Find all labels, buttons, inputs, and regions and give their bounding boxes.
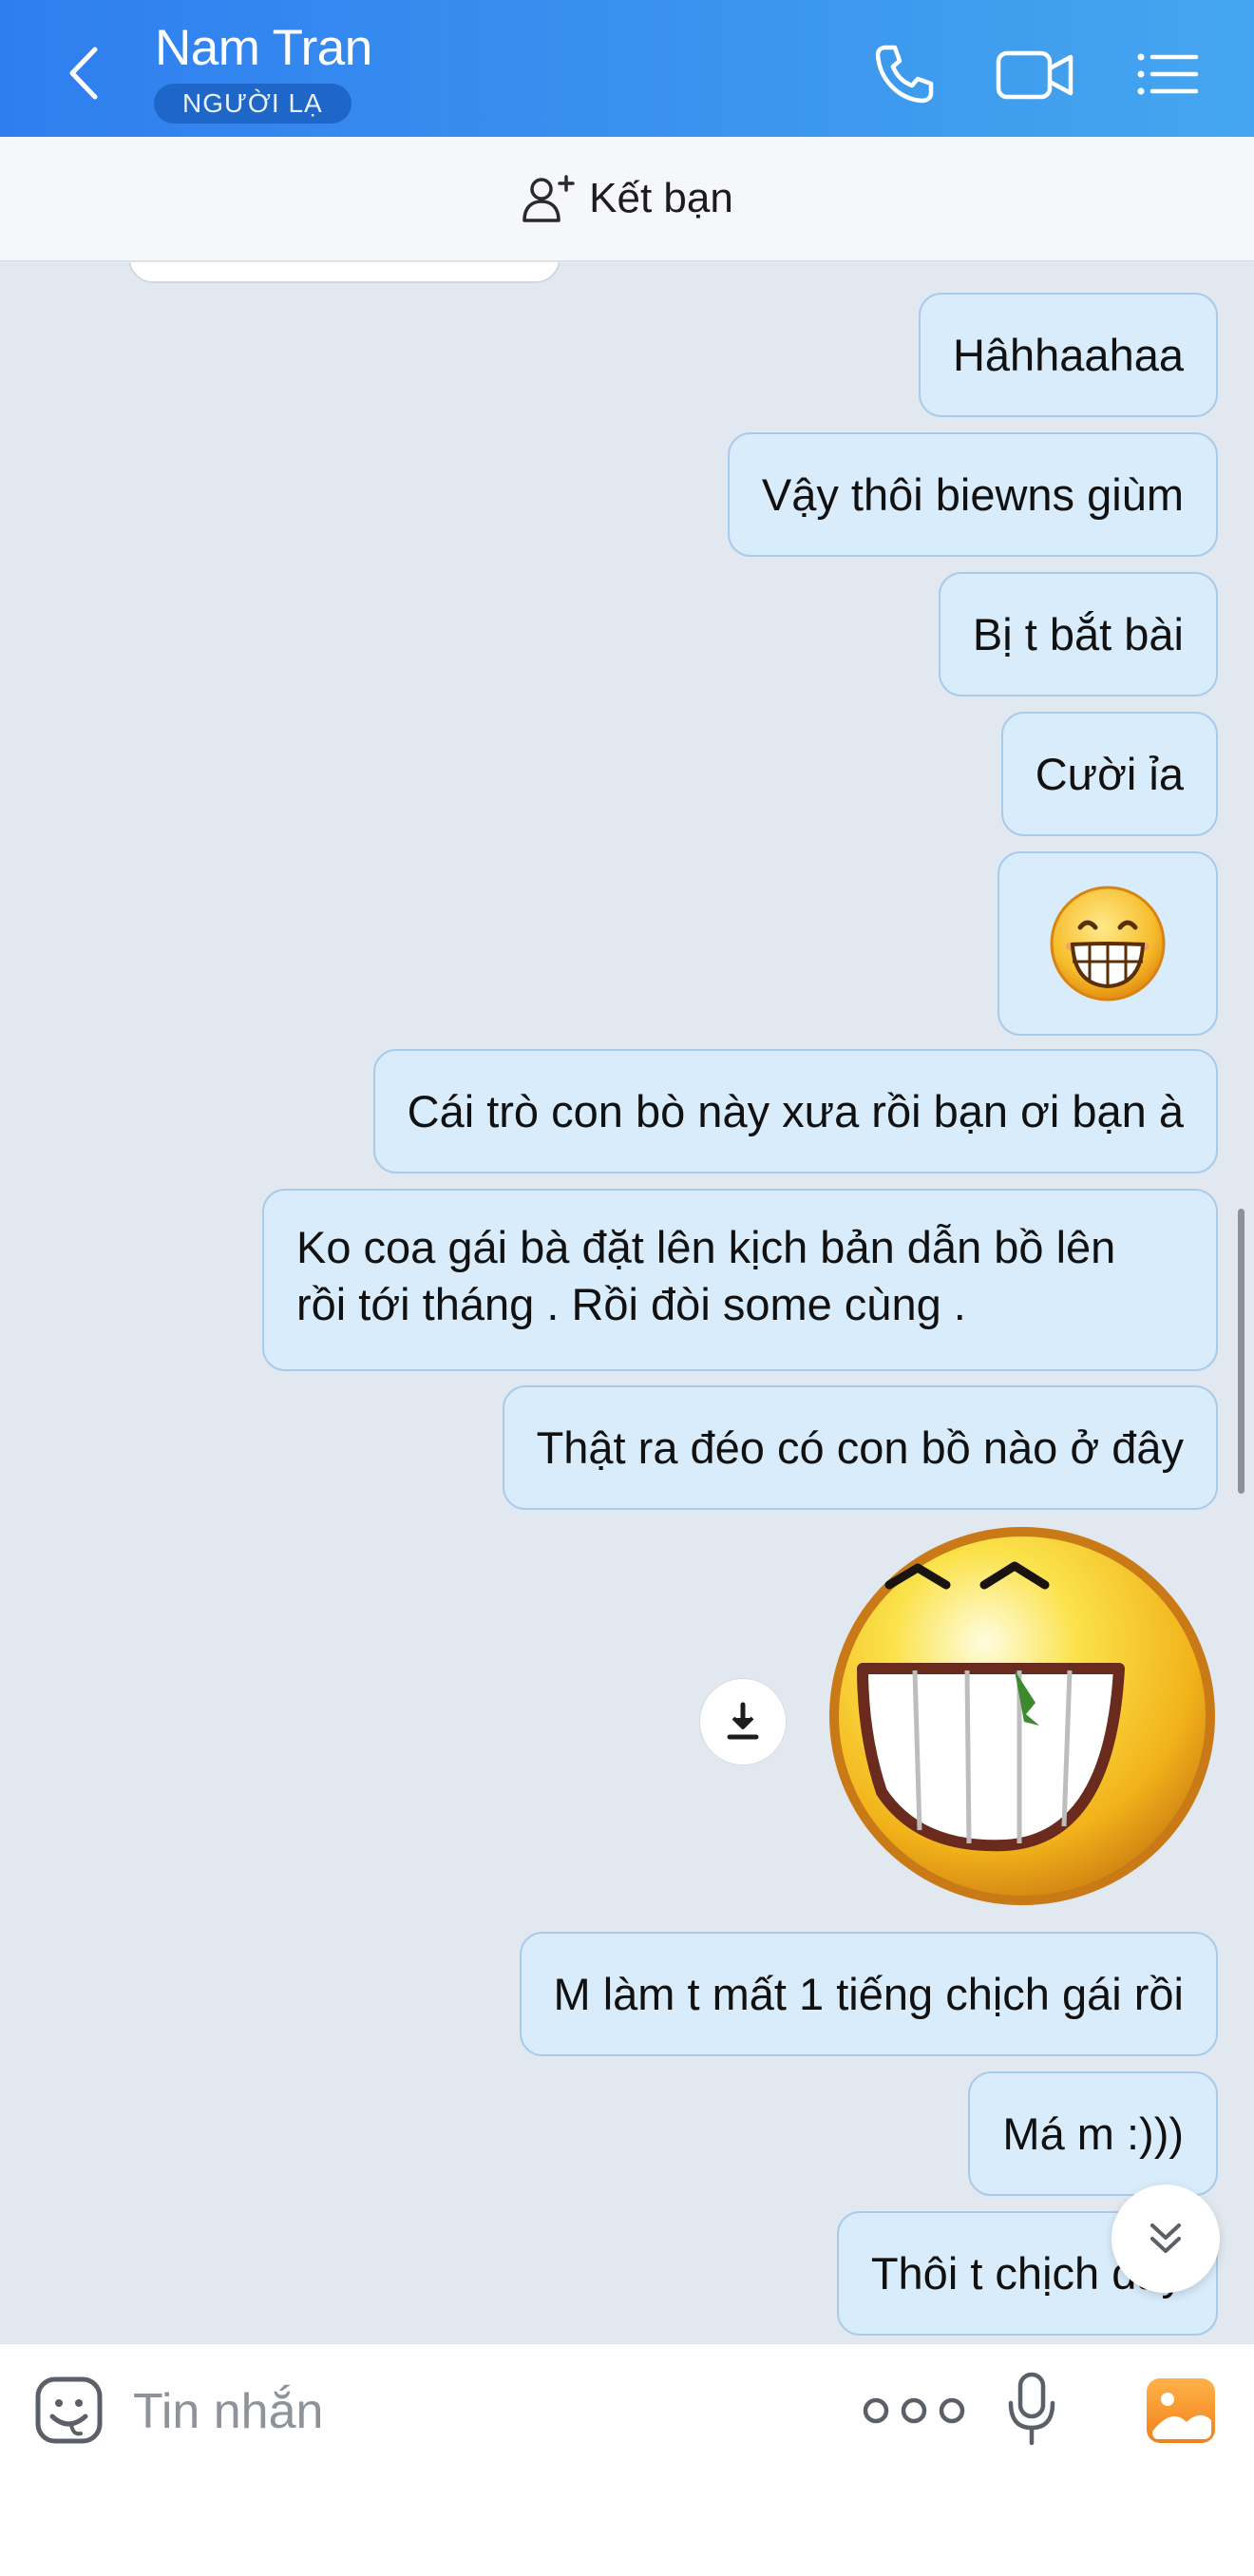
- image-icon: [1147, 2378, 1215, 2443]
- message-list[interactable]: Hâhhaahaa Vậy thôi biewns giùm Bị t bắt …: [0, 262, 1254, 2343]
- download-sticker-button[interactable]: [699, 1678, 787, 1765]
- scrollbar-thumb[interactable]: [1238, 1209, 1244, 1494]
- back-button[interactable]: [55, 40, 112, 106]
- add-friend-label: Kết bạn: [589, 175, 733, 221]
- message-bubble[interactable]: Thật ra đéo có con bồ nào ở đây: [502, 1385, 1218, 1510]
- laughing-sticker-icon: [829, 1527, 1215, 1905]
- chat-header: Nam Tran NGƯỜI LẠ: [0, 0, 1254, 137]
- message-bubble[interactable]: Vậy thôi biewns giùm: [727, 432, 1218, 557]
- message-text-line-2: rồi tới tháng . Rồi đòi some cùng .: [296, 1279, 966, 1329]
- message-bubble[interactable]: Má m :))): [968, 2071, 1218, 2196]
- more-dots-icon: [863, 2397, 965, 2424]
- message-bubble[interactable]: Ko coa gái bà đặt lên kịch bản dẫn bồ lê…: [262, 1189, 1218, 1371]
- sticker-message[interactable]: [825, 1526, 1224, 1916]
- phone-icon: [875, 45, 934, 104]
- video-call-button[interactable]: [993, 38, 1078, 110]
- list-menu-icon: [1137, 53, 1199, 95]
- add-friend-bar: Kết bạn: [0, 137, 1254, 261]
- message-text: Thật ra đéo có con bồ nào ở đây: [536, 1422, 1184, 1473]
- grinning-emoji-icon: [1050, 886, 1166, 1002]
- message-text-line-1: Ko coa gái bà đặt lên kịch bản dẫn bồ lê…: [296, 1222, 1116, 1272]
- stranger-badge: NGƯỜI LẠ: [154, 84, 352, 124]
- message-text: Vậy thôi biewns giùm: [761, 468, 1184, 520]
- contact-name[interactable]: Nam Tran: [155, 19, 372, 77]
- message-composer: [0, 2343, 1254, 2576]
- message-bubble[interactable]: Cái trò con bò này xưa rồi bạn ơi bạn à: [372, 1049, 1218, 1174]
- send-image-button[interactable]: [1145, 2376, 1217, 2445]
- incoming-message-partial[interactable]: [128, 262, 560, 283]
- emoji-message-bubble[interactable]: [998, 851, 1218, 1036]
- video-camera-icon: [996, 50, 1074, 100]
- message-text: Cười ỉa: [1035, 748, 1184, 799]
- sticker-button[interactable]: [33, 2375, 104, 2446]
- message-text: M làm t mất 1 tiếng chịch gái rồi: [553, 1968, 1185, 2019]
- message-bubble[interactable]: Bị t bắt bài: [938, 572, 1218, 696]
- add-person-icon: [522, 175, 575, 222]
- message-bubble[interactable]: M làm t mất 1 tiếng chịch gái rồi: [519, 1932, 1218, 2056]
- sticker-smile-icon: [35, 2376, 103, 2444]
- message-text: Cái trò con bò này xưa rồi bạn ơi bạn à: [407, 1085, 1184, 1136]
- voice-message-button[interactable]: [1005, 2371, 1058, 2447]
- scroll-to-bottom-button[interactable]: [1112, 2185, 1220, 2293]
- more-options-button[interactable]: [855, 2392, 978, 2430]
- message-bubble[interactable]: Hâhhaahaa: [918, 293, 1218, 417]
- chevron-left-icon: [69, 47, 98, 100]
- call-button[interactable]: [866, 38, 939, 110]
- double-chevron-down-icon: [1150, 2223, 1181, 2253]
- message-text: Bị t bắt bài: [972, 608, 1184, 659]
- download-icon: [727, 1702, 759, 1740]
- message-text: Má m :))): [1002, 2108, 1184, 2159]
- options-menu-button[interactable]: [1133, 38, 1202, 110]
- message-text: Hâhhaahaa: [952, 329, 1184, 380]
- microphone-icon: [1008, 2372, 1055, 2446]
- add-friend-button[interactable]: Kết bạn: [521, 173, 733, 224]
- message-bubble[interactable]: Cười ỉa: [1000, 712, 1218, 836]
- message-input[interactable]: [133, 2378, 798, 2445]
